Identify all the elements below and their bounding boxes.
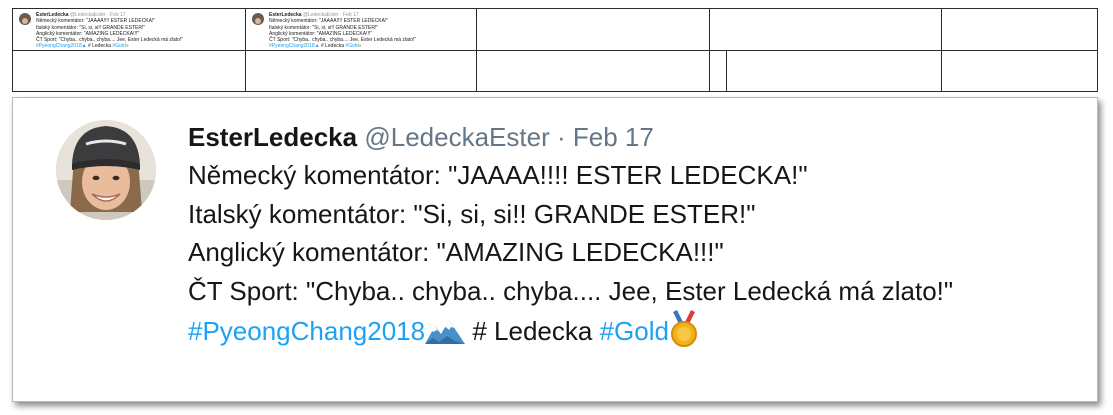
grid-cell: [941, 8, 1098, 51]
user-handle[interactable]: @LedeckaEster: [364, 122, 549, 152]
mini-date: · Feb 17: [339, 12, 359, 18]
grid-cell: [709, 8, 942, 51]
mountain-snow-icon: [425, 316, 466, 355]
hashtag-text-ledecka: # Ledecka: [472, 316, 593, 346]
tweet-line: Anglický komentátor: "AMAZING LEDECKA!!!…: [188, 237, 724, 267]
tweet-card: EsterLedecka @LedeckaEster · Feb 17 Něme…: [12, 97, 1098, 402]
tweet-header: EsterLedecka @LedeckaEster · Feb 17: [188, 118, 1087, 156]
gold-medal-icon: [669, 310, 699, 359]
separator-dot: ·: [556, 122, 566, 152]
thumbnail-grid: EsterLedecka @LedeckaEster · Feb 17 Něme…: [12, 8, 1098, 92]
mini-hashtag: #Gold: [112, 43, 126, 50]
grid-cell: [476, 8, 710, 51]
mini-hashtag: #PyeongChang2018: [269, 43, 315, 50]
hashtag-pyeongchang[interactable]: #PyeongChang2018: [188, 316, 425, 346]
avatar[interactable]: [56, 120, 156, 220]
mini-name: EsterLedecka: [36, 12, 69, 18]
tweet-body: EsterLedecka @LedeckaEster · Feb 17 Něme…: [188, 118, 1087, 359]
profile-photo: [56, 120, 156, 220]
mini-hashtag: #PyeongChang2018: [36, 43, 82, 50]
hashtag-gold[interactable]: #Gold: [600, 316, 669, 346]
mountain-snow-icon: ▲: [314, 43, 320, 50]
grid-cell: [726, 50, 942, 92]
mini-name: EsterLedecka: [269, 12, 302, 18]
grid-cell: [476, 50, 710, 92]
mini-handle: @LedeckaEster: [302, 12, 339, 18]
tweet-line: Italský komentátor: "Si, si, si!! GRANDE…: [188, 198, 756, 229]
grid-cell: [709, 50, 727, 92]
mini-handle: @LedeckaEster: [69, 12, 106, 18]
tweet-hashtag-line: #PyeongChang2018 # Ledecka #Gold: [188, 310, 1087, 359]
grid-cell: [12, 50, 246, 92]
gold-medal-icon: ●: [125, 43, 129, 50]
gold-medal-icon: ●: [358, 43, 362, 50]
avatar: [19, 13, 31, 25]
mountain-snow-icon: ▲: [81, 43, 87, 50]
grid-cell: [245, 50, 477, 92]
tweet-line: ČT Sport: "Chyba.. chyba.. chyba.... Jee…: [188, 275, 954, 306]
tweet-line: Německý komentátor: "JAAAA!!!! ESTER LED…: [188, 160, 808, 190]
grid-cell: EsterLedecka @LedeckaEster · Feb 17 Něme…: [12, 8, 246, 51]
avatar: [252, 13, 264, 25]
tweet-date[interactable]: Feb 17: [573, 122, 654, 152]
grid-cell: EsterLedecka @LedeckaEster · Feb 17 Něme…: [245, 8, 477, 51]
grid-cell: [941, 50, 1098, 92]
mini-hashtag: #Gold: [345, 43, 359, 50]
mini-hash-text: # Ledecka: [87, 43, 112, 50]
mini-date: · Feb 17: [106, 12, 126, 18]
display-name[interactable]: EsterLedecka: [188, 122, 357, 152]
mini-hash-text: # Ledecka: [320, 43, 345, 50]
